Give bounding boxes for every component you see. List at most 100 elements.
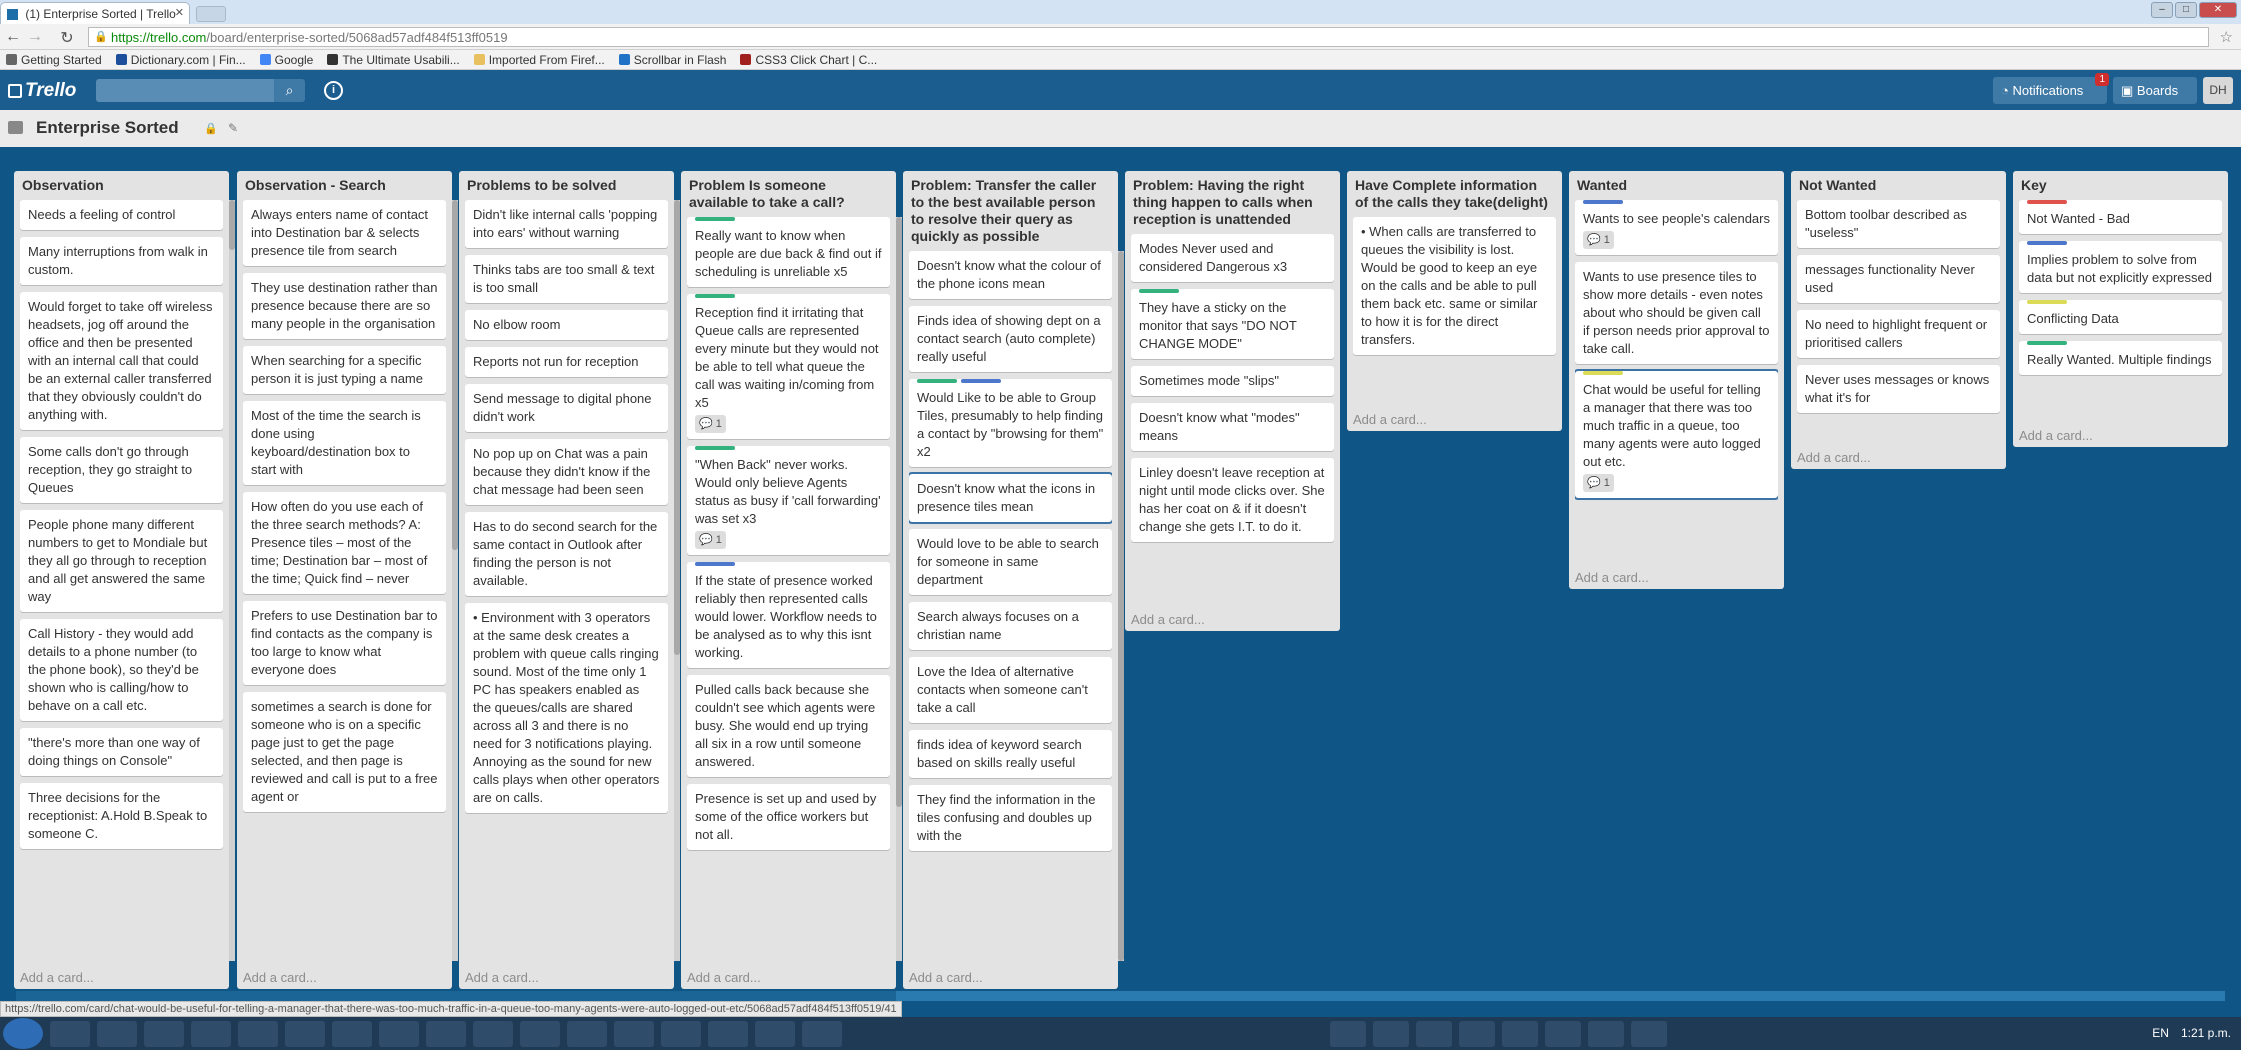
card[interactable]: People phone many different numbers to g… xyxy=(20,510,223,612)
app-icon[interactable] xyxy=(1373,1021,1409,1047)
ie-icon[interactable] xyxy=(50,1021,90,1047)
language-indicator[interactable]: EN xyxy=(2152,1026,2169,1040)
scrollbar-thumb[interactable] xyxy=(896,217,902,807)
app-icon[interactable] xyxy=(755,1021,795,1047)
window-close-icon[interactable]: ✕ xyxy=(2199,2,2237,18)
firefox-icon[interactable] xyxy=(97,1021,137,1047)
card[interactable]: When searching for a specific person it … xyxy=(243,346,446,394)
card[interactable]: If the state of presence worked reliably… xyxy=(687,562,890,668)
app-icon[interactable] xyxy=(1459,1021,1495,1047)
bookmark-star-icon[interactable]: ☆ xyxy=(2220,28,2233,46)
bookmark-item[interactable]: CSS3 Click Chart | C... xyxy=(740,52,877,67)
card[interactable]: Modes Never used and considered Dangerou… xyxy=(1131,234,1334,282)
card[interactable]: Search always focuses on a christian nam… xyxy=(909,602,1112,650)
app-icon[interactable] xyxy=(614,1021,654,1047)
card[interactable]: Would forget to take off wireless headse… xyxy=(20,292,223,430)
add-card-link[interactable]: Add a card... xyxy=(1131,607,1334,631)
card[interactable]: They find the information in the tiles c… xyxy=(909,785,1112,851)
app-icon[interactable] xyxy=(1631,1021,1667,1047)
card[interactable]: Reception find it irritating that Queue … xyxy=(687,294,890,439)
add-card-link[interactable]: Add a card... xyxy=(909,965,1112,989)
card[interactable]: "there's more than one way of doing thin… xyxy=(20,728,223,776)
list-title[interactable]: Problems to be solved xyxy=(465,175,668,200)
card[interactable]: They use destination rather than presenc… xyxy=(243,273,446,339)
card[interactable]: Prefers to use Destination bar to find c… xyxy=(243,601,446,685)
info-icon[interactable]: i xyxy=(324,81,343,100)
app-icon[interactable] xyxy=(1545,1021,1581,1047)
card[interactable]: Chat would be useful for telling a manag… xyxy=(1575,369,1778,500)
card[interactable]: Wants to see people's calendars 💬 1 xyxy=(1575,200,1778,255)
add-card-link[interactable]: Add a card... xyxy=(2019,423,2222,447)
list-title[interactable]: Problem Is someone available to take a c… xyxy=(687,175,890,217)
card[interactable]: finds idea of keyword search based on sk… xyxy=(909,730,1112,778)
illustrator-icon[interactable] xyxy=(379,1021,419,1047)
card[interactable]: Most of the time the search is done usin… xyxy=(243,401,446,485)
app-icon[interactable] xyxy=(426,1021,466,1047)
card[interactable]: Send message to digital phone didn't wor… xyxy=(465,384,668,432)
app-icon[interactable] xyxy=(1502,1021,1538,1047)
card[interactable]: Not Wanted - Bad xyxy=(2019,200,2222,234)
scrollbar-thumb[interactable] xyxy=(674,200,680,655)
card[interactable]: Really Wanted. Multiple findings xyxy=(2019,341,2222,375)
board-title[interactable]: Enterprise Sorted xyxy=(36,118,179,138)
app-icon[interactable] xyxy=(567,1021,607,1047)
trello-logo[interactable]: Trello xyxy=(8,80,76,102)
card[interactable]: Really want to know when people are due … xyxy=(687,217,890,287)
notifications-button[interactable]: ◔ Notifications 1 xyxy=(1993,73,2109,104)
card[interactable]: Presence is set up and used by some of t… xyxy=(687,784,890,850)
list-scrollbar[interactable] xyxy=(1118,251,1124,961)
list-title[interactable]: Not Wanted xyxy=(1797,175,2000,200)
app-icon[interactable] xyxy=(1330,1021,1366,1047)
card[interactable]: Love the Idea of alternative contacts wh… xyxy=(909,657,1112,723)
excel-icon[interactable] xyxy=(238,1021,278,1047)
list-title[interactable]: Observation xyxy=(20,175,223,200)
browser-tab[interactable]: (1) Enterprise Sorted | Trello ✕ xyxy=(0,2,190,24)
list-scrollbar[interactable] xyxy=(452,200,458,961)
bookmark-item[interactable]: Getting Started xyxy=(6,52,102,67)
card[interactable]: Has to do second search for the same con… xyxy=(465,512,668,596)
list-scrollbar[interactable] xyxy=(674,200,680,961)
add-card-link[interactable]: Add a card... xyxy=(687,965,890,989)
horizontal-scrollbar[interactable] xyxy=(16,991,2225,1001)
bookmark-item[interactable]: Scrollbar in Flash xyxy=(618,52,726,67)
card[interactable]: Bottom toolbar described as "useless" xyxy=(1797,200,2000,248)
start-button-icon[interactable] xyxy=(3,1018,43,1049)
chrome-icon[interactable] xyxy=(144,1021,184,1047)
card[interactable]: No need to highlight frequent or priorit… xyxy=(1797,310,2000,358)
card[interactable]: Conflicting Data xyxy=(2019,300,2222,334)
bookmark-item[interactable]: Google xyxy=(259,52,313,67)
card[interactable]: Doesn't know what "modes" means xyxy=(1131,403,1334,451)
card[interactable]: Would Like to be able to Group Tiles, pr… xyxy=(909,379,1112,467)
card[interactable]: Three decisions for the receptionist: A.… xyxy=(20,783,223,849)
list-scrollbar[interactable] xyxy=(896,217,902,961)
card[interactable]: Wants to use presence tiles to show more… xyxy=(1575,262,1778,364)
list-title[interactable]: Key xyxy=(2019,175,2222,200)
private-lock-icon[interactable]: 🔒 xyxy=(204,122,218,135)
minimize-icon[interactable]: – xyxy=(2151,2,2173,18)
app-icon[interactable] xyxy=(520,1021,560,1047)
list-title[interactable]: Problem: Transfer the caller to the best… xyxy=(909,175,1112,251)
card[interactable]: No elbow room xyxy=(465,310,668,340)
card[interactable]: Needs a feeling of control xyxy=(20,200,223,230)
app-icon[interactable] xyxy=(473,1021,513,1047)
app-icon[interactable] xyxy=(1588,1021,1624,1047)
list-title[interactable]: Wanted xyxy=(1575,175,1778,200)
card[interactable]: Didn't like internal calls 'popping into… xyxy=(465,200,668,248)
list-title[interactable]: Observation - Search xyxy=(243,175,446,200)
avatar[interactable]: DH xyxy=(2203,77,2233,104)
card[interactable]: How often do you use each of the three s… xyxy=(243,492,446,594)
add-card-link[interactable]: Add a card... xyxy=(465,965,668,989)
card[interactable]: Pulled calls back because she couldn't s… xyxy=(687,675,890,777)
edit-pencil-icon[interactable]: ✎ xyxy=(228,121,238,135)
card[interactable]: They have a sticky on the monitor that s… xyxy=(1131,289,1334,359)
app-icon[interactable] xyxy=(661,1021,701,1047)
scrollbar-thumb[interactable] xyxy=(229,200,235,250)
add-card-link[interactable]: Add a card... xyxy=(1797,445,2000,469)
list-scrollbar[interactable] xyxy=(229,200,235,961)
card[interactable]: Reports not run for reception xyxy=(465,347,668,377)
forward-arrow-icon[interactable]: → xyxy=(26,28,44,46)
search-icon[interactable]: ⌕ xyxy=(274,79,305,102)
add-card-link[interactable]: Add a card... xyxy=(20,965,223,989)
card[interactable]: Doesn't know what the colour of the phon… xyxy=(909,251,1112,299)
list-title[interactable]: Have Complete information of the calls t… xyxy=(1353,175,1556,217)
